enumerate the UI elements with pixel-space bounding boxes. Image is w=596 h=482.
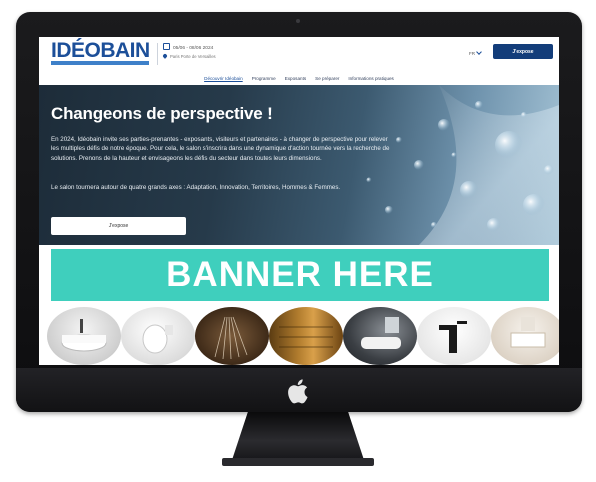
ideobain-logo[interactable]: IDÉOBAIN [51,39,151,65]
monitor-stand [232,412,364,460]
sauna-icon[interactable] [269,307,343,365]
hero-exhibit-button[interactable]: J'expose [51,217,186,235]
logo-tagline-bar [51,61,149,65]
nav-item[interactable]: Exposants [285,76,306,81]
webcam [296,19,300,23]
hero-axes-text: Le salon tournera autour de quatre grand… [51,184,341,191]
nav-item[interactable]: Découvrir Idéobain [204,76,243,81]
faucet-icon[interactable] [417,307,491,365]
main-nav: Découvrir Idéobain Programme Exposants Se p… [39,71,559,86]
header-exhibit-button[interactable]: J'expose [493,44,553,59]
hero-section: Changeons de perspective ! En 2024, Idéo… [39,85,559,245]
shower-spray-icon[interactable] [195,307,269,365]
nav-item[interactable]: Informations pratiques [348,76,393,81]
toilet-icon[interactable] [121,307,195,365]
screen: IDÉOBAIN 05/06 - 08/06 2024 Paris Porte … [39,37,559,365]
event-venue-text: Paris Porte de Versailles [170,54,216,59]
chevron-down-icon [476,49,482,55]
monitor-chin [16,368,582,412]
imac-monitor: IDÉOBAIN 05/06 - 08/06 2024 Paris Porte … [16,12,582,412]
nav-item[interactable]: Programme [252,76,276,81]
bathroom-icon[interactable] [491,307,559,365]
ad-banner[interactable]: BANNER HERE [51,249,549,301]
calendar-icon [163,43,170,50]
language-label: FR [469,51,475,56]
location-pin-icon [162,53,168,59]
logo-text: IDÉOBAIN [51,39,150,62]
product-categories [39,305,559,365]
hero-title: Changeons de perspective ! [51,104,273,123]
nav-item[interactable]: Se préparer [315,76,339,81]
hero-intro-text: En 2024, Idéobain invite ses parties-pre… [51,136,390,162]
monitor-stand-base [222,458,374,466]
apple-logo-icon [288,379,308,404]
event-venue: Paris Porte de Versailles [162,53,216,59]
event-dates-text: 05/06 - 08/06 2024 [173,46,214,51]
header-divider [157,43,158,65]
washbasin-icon[interactable] [47,307,121,365]
event-dates: 05/06 - 08/06 2024 [163,43,213,51]
language-selector[interactable]: FR [469,49,482,56]
bathtub-icon[interactable] [343,307,417,365]
site-header: IDÉOBAIN 05/06 - 08/06 2024 Paris Porte … [39,37,559,71]
